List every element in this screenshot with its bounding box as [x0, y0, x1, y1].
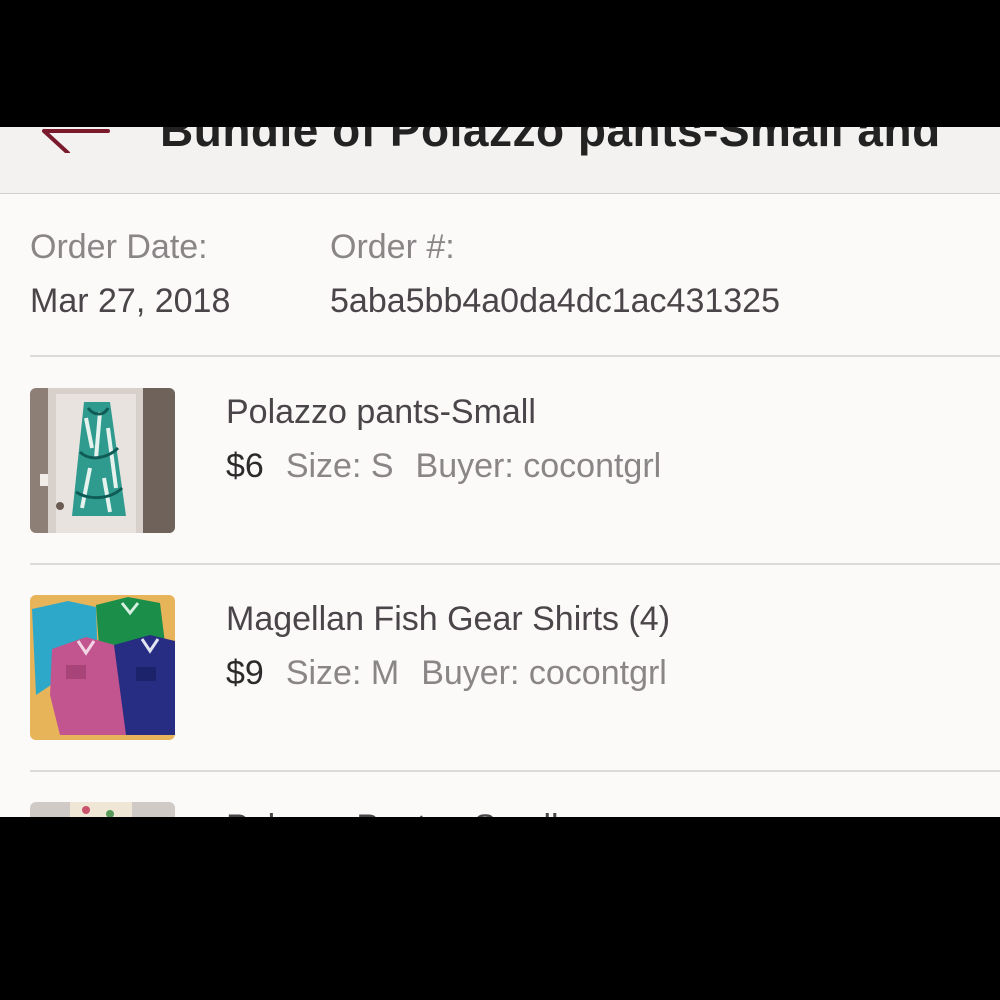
item-buyer: Buyer: cocontgrl — [415, 447, 662, 485]
order-number: Order #: 5aba5bb4a0da4dc1ac431325 — [330, 227, 780, 321]
palazzo-pants-photo — [30, 388, 175, 533]
divider — [30, 563, 1000, 565]
floral-pants-photo — [30, 802, 175, 817]
list-item[interactable]: Polazzo pants-Small $6 Size: S Buyer: coco… — [30, 388, 1000, 534]
item-size: Size: M — [285, 654, 400, 692]
item-buyer: Buyer: cocontgrl — [421, 654, 667, 692]
order-number-value: 5aba5bb4a0da4dc1ac431325 — [330, 282, 781, 320]
app-header: Bundle of Polazzo pants-Small and — [0, 127, 1000, 194]
item-title: Polazzo pants-Small — [226, 393, 536, 431]
divider — [30, 770, 1000, 772]
order-date-value: Mar 27, 2018 — [30, 282, 231, 320]
item-thumbnail — [30, 595, 175, 740]
item-price: $6 — [226, 447, 264, 485]
item-price: $9 — [226, 654, 264, 692]
divider — [30, 355, 1000, 357]
fishing-shirts-photo — [30, 595, 175, 740]
order-date: Order Date: Mar 27, 2018 — [30, 227, 230, 321]
order-number-label: Order #: — [330, 228, 455, 266]
item-thumbnail — [30, 802, 175, 817]
list-item[interactable]: Magellan Fish Gear Shirts (4) $9 Size: M B… — [30, 595, 1000, 741]
item-title: Polazzo Pants - Small — [226, 805, 559, 817]
item-details: $6 Size: S Buyer: cocontgrl — [226, 444, 661, 488]
item-size: Size: S — [285, 447, 394, 485]
item-thumbnail — [30, 388, 175, 533]
item-title: Magellan Fish Gear Shirts (4) — [226, 600, 671, 638]
order-details-screen: Bundle of Polazzo pants-Small and Order … — [0, 127, 1000, 817]
item-details: $9 Size: M Buyer: cocontgrl — [226, 651, 667, 695]
order-date-label: Order Date: — [30, 228, 208, 266]
page-title: Bundle of Polazzo pants-Small and — [160, 127, 941, 156]
back-arrow-icon[interactable] — [40, 127, 112, 153]
